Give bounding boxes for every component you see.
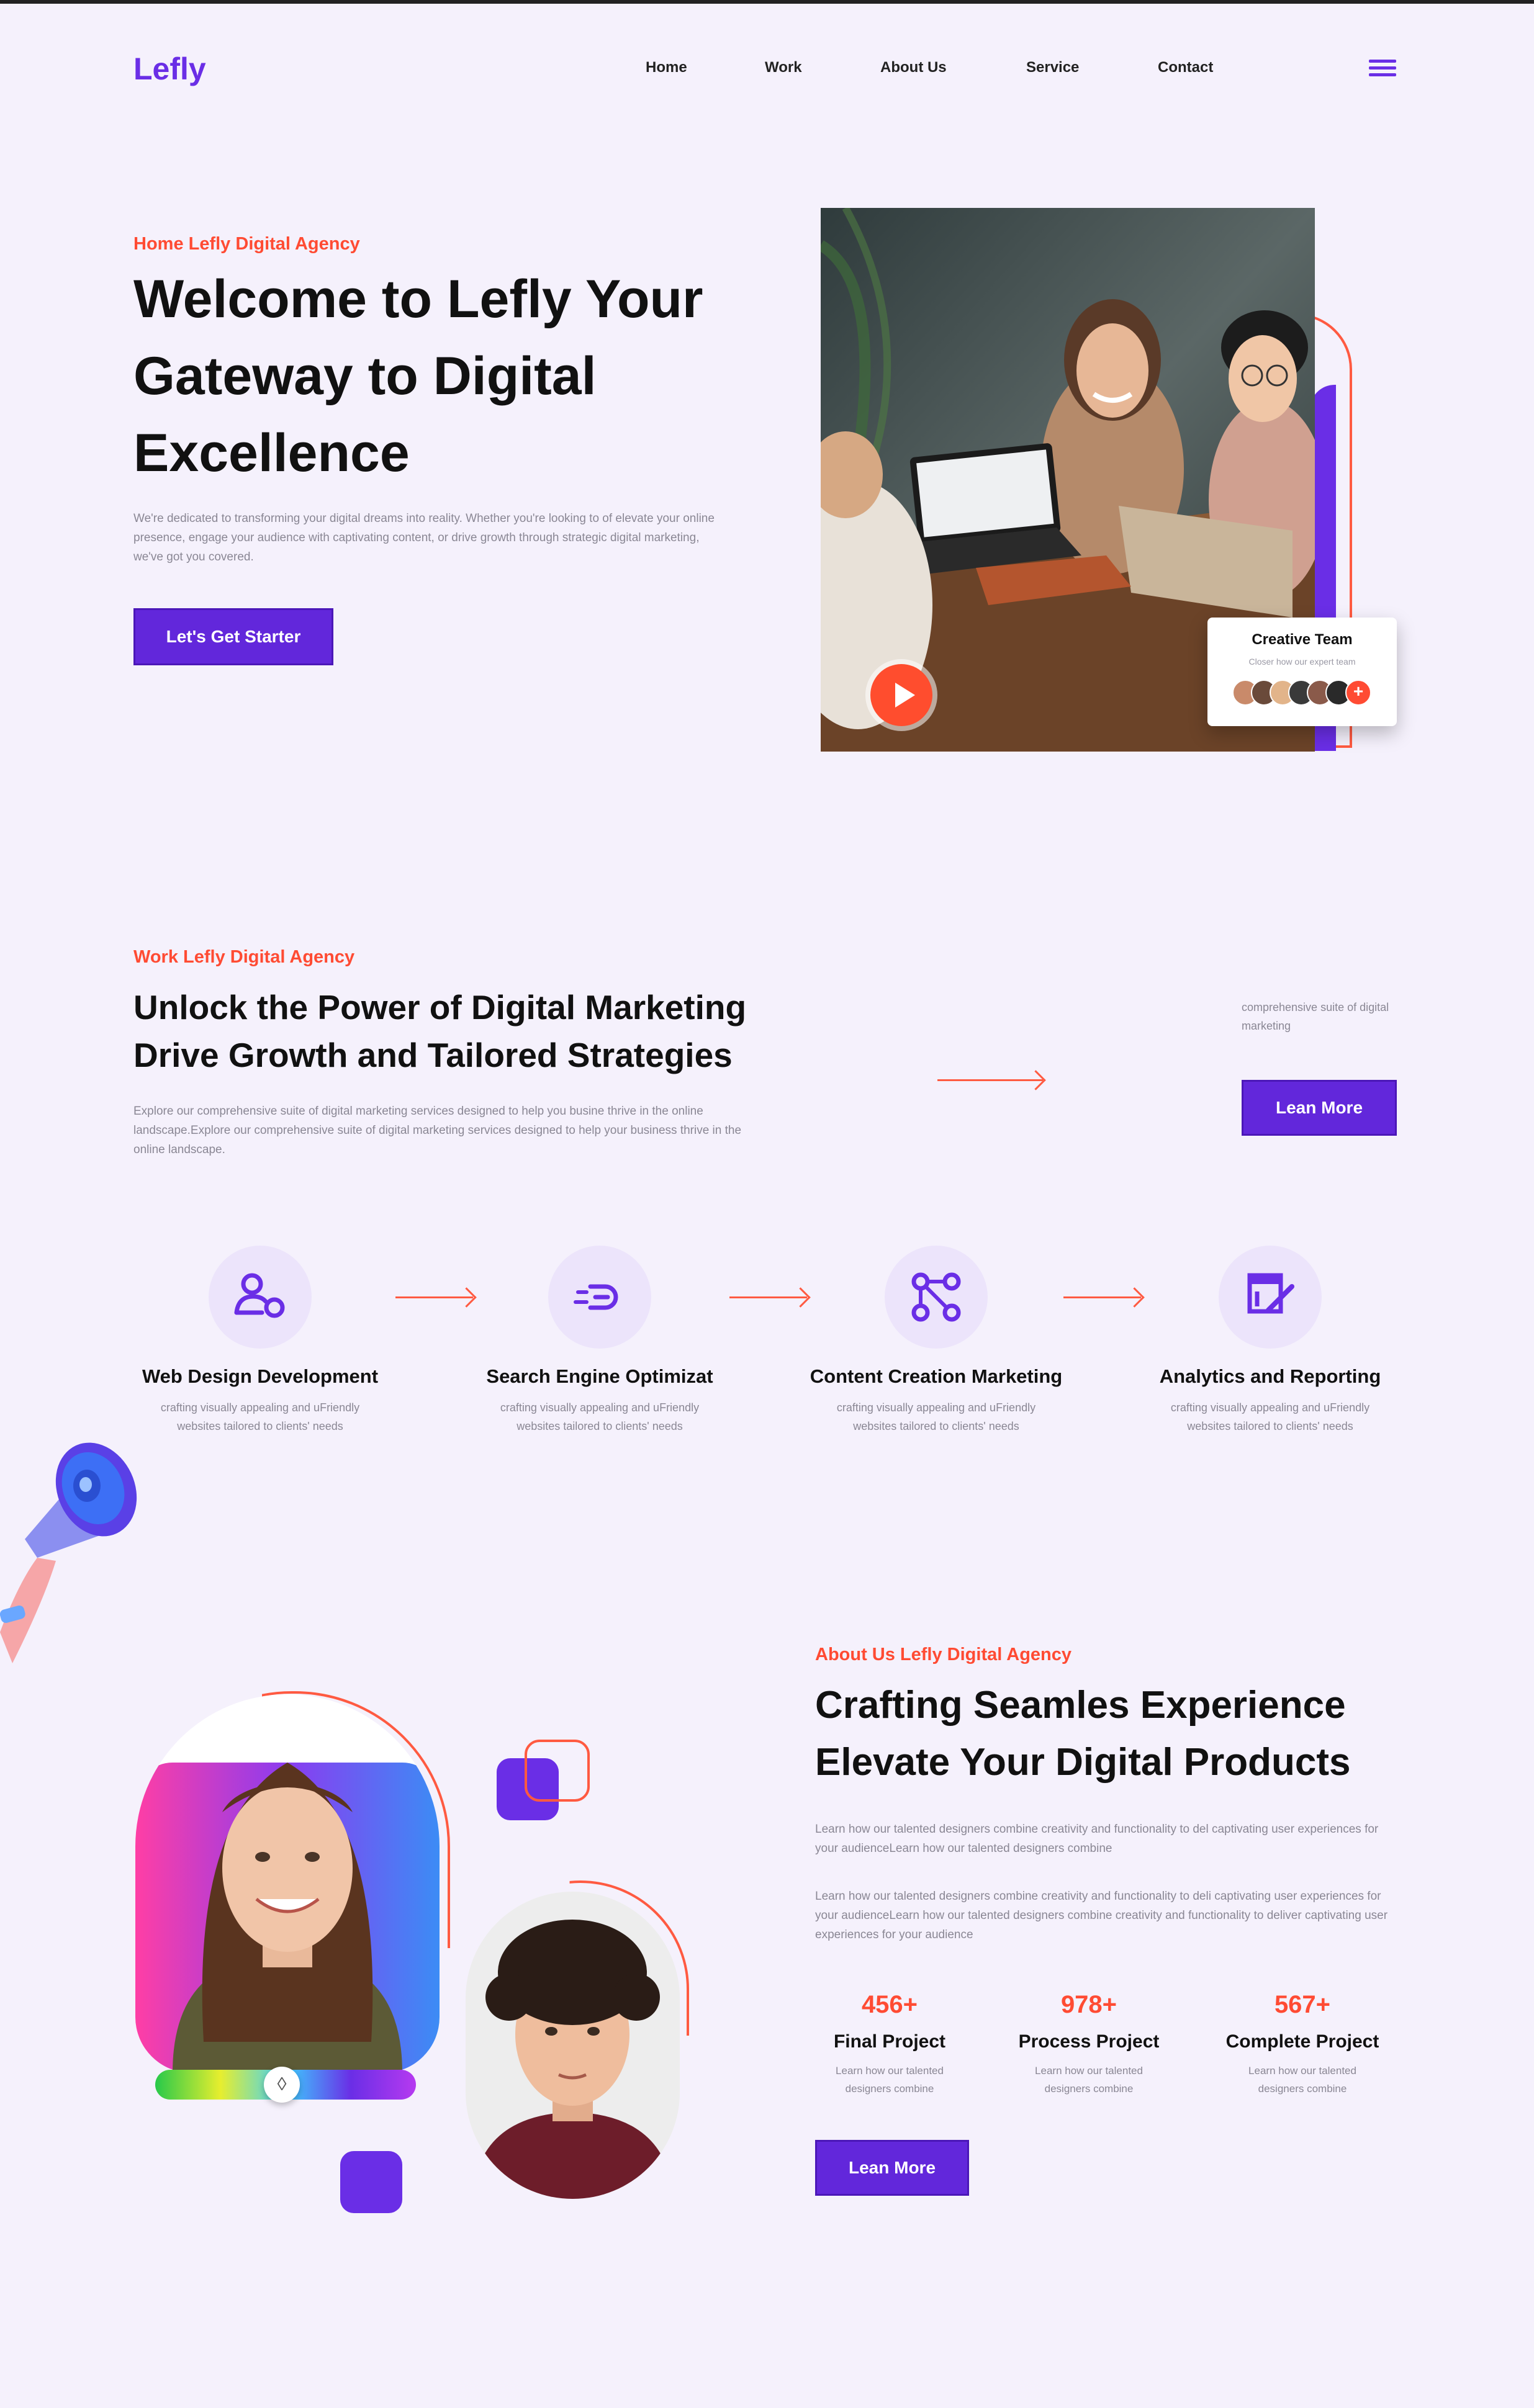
nav-work[interactable]: Work <box>765 59 802 76</box>
user-settings-icon <box>234 1273 285 1318</box>
work-arrow-head-icon <box>1026 1070 1046 1090</box>
workflow-nodes-icon <box>911 1272 961 1322</box>
about-paragraph: Learn how our talented designers combine… <box>815 1890 1388 1941</box>
work-title-line: Drive Growth and Tailored Strategies <box>133 1036 733 1074</box>
hero-title-line: Gateway to Digital <box>133 346 597 406</box>
stat-value: 978+ <box>1060 1991 1117 2018</box>
about-eyebrow: About Us Lefly Digital Agency <box>815 1645 1072 1664</box>
work-description: Explore our comprehensive suite of digit… <box>133 1105 742 1156</box>
about-title-line: Crafting Seamles Experience <box>815 1684 1346 1727</box>
decor-square-outline <box>525 1740 590 1802</box>
hero-description: We're dedicated to transforming your dig… <box>133 512 715 564</box>
about-man-photo <box>466 1892 680 2199</box>
nav-home[interactable]: Home <box>646 59 687 76</box>
hero-eyebrow: Home Lefly Digital Agency <box>133 234 360 254</box>
landing-page: Lefly Home Work About Us Service Contact… <box>0 0 1534 2408</box>
about-learn-more-button[interactable]: Lean More <box>815 2140 969 2196</box>
service-title: Search Engine Optimizat <box>486 1365 713 1387</box>
service-icon-circle <box>548 1246 651 1349</box>
stat-description: Learn how our talented designers combine <box>1035 2065 1143 2095</box>
hero-title: Welcome to Lefly Your Gateway to Digital… <box>133 261 754 492</box>
work-side-note: comprehensive suite of digital marketing <box>1242 1001 1389 1032</box>
about-title-line: Elevate Your Digital Products <box>815 1741 1351 1784</box>
service-description: crafting visually appealing and uFriendl… <box>836 1401 1036 1432</box>
service-title: Analytics and Reporting <box>1159 1365 1381 1387</box>
stat-label: Complete Project <box>1225 2031 1379 2052</box>
color-picker-knob-icon[interactable]: ◊ <box>264 2067 300 2103</box>
megaphone-icon <box>0 1442 137 1663</box>
search-speed-icon <box>574 1284 618 1310</box>
nav-contact[interactable]: Contact <box>1158 59 1213 76</box>
window-top-border <box>0 0 1534 4</box>
add-member-icon[interactable]: + <box>1345 680 1371 706</box>
stat-description: Learn how our talented designers combine <box>836 2065 944 2095</box>
woman-portrait-illustration <box>135 1763 440 2073</box>
logo[interactable]: Lefly <box>133 51 206 87</box>
work-title: Unlock the Power of Digital Marketing Dr… <box>133 984 816 1079</box>
about-woman-photo <box>135 1694 440 2073</box>
service-arrow-head-icon <box>1124 1287 1145 1308</box>
about-title: Crafting Seamles Experience Elevate Your… <box>815 1677 1436 1791</box>
get-started-button[interactable]: Let's Get Starter <box>133 608 333 665</box>
stat-label: Process Project <box>1018 2031 1160 2052</box>
service-title: Content Creation Marketing <box>810 1365 1063 1387</box>
service-description: crafting visually appealing and uFriendl… <box>160 1401 360 1432</box>
service-icon-circle <box>209 1246 312 1349</box>
hero-title-line: Welcome to Lefly Your <box>133 269 703 329</box>
creative-team-card: Creative Team Closer how our expert team… <box>1207 618 1397 726</box>
play-video-button[interactable] <box>870 664 932 726</box>
service-description: crafting visually appealing and uFriendl… <box>500 1401 700 1432</box>
service-icon-circle <box>1219 1246 1322 1349</box>
service-description: crafting visually appealing and uFriendl… <box>1170 1401 1370 1432</box>
work-eyebrow: Work Lefly Digital Agency <box>133 947 355 967</box>
service-arrow-head-icon <box>790 1287 811 1308</box>
about-paragraph: Learn how our talented designers combine… <box>815 1823 1379 1855</box>
hero-title-line: Excellence <box>133 423 410 483</box>
team-card-title: Creative Team <box>1252 631 1353 648</box>
analytics-edit-icon <box>1247 1273 1294 1314</box>
stat-label: Final Project <box>833 2031 946 2052</box>
service-icon-circle <box>885 1246 988 1349</box>
service-title: Web Design Development <box>142 1365 379 1387</box>
team-card-subtitle: Closer how our expert team <box>1248 657 1356 667</box>
work-learn-more-button[interactable]: Lean More <box>1242 1080 1397 1136</box>
menu-icon[interactable] <box>1369 60 1396 78</box>
man-portrait-illustration <box>466 1892 680 2199</box>
nav-service[interactable]: Service <box>1026 59 1079 76</box>
service-arrow-head-icon <box>456 1287 477 1308</box>
work-title-line: Unlock the Power of Digital Marketing <box>133 988 747 1027</box>
stat-description: Learn how our talented designers combine <box>1248 2065 1356 2095</box>
stat-value: 456+ <box>861 1991 918 2018</box>
nav-about-us[interactable]: About Us <box>880 59 947 76</box>
stat-value: 567+ <box>1274 1991 1331 2018</box>
decor-square <box>340 2151 402 2213</box>
